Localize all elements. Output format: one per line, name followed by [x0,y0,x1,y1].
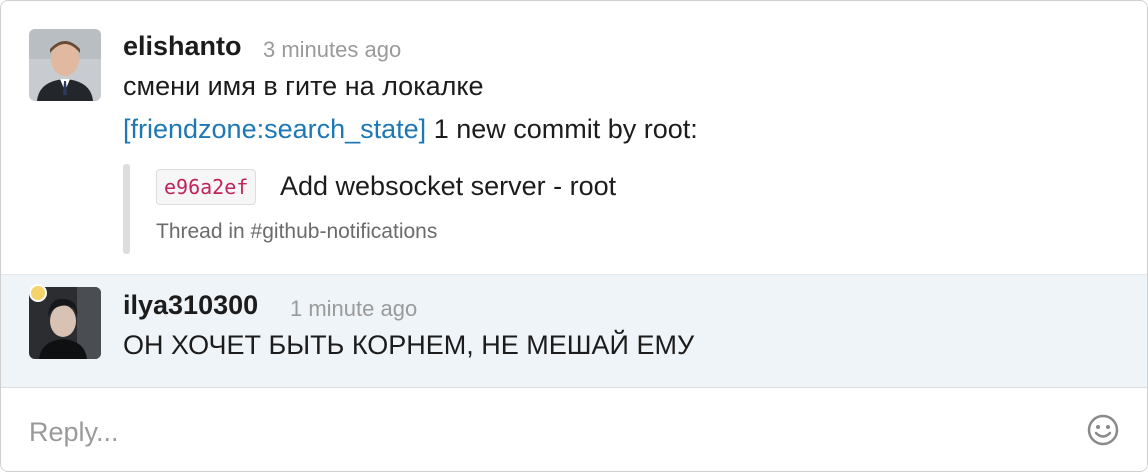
username[interactable]: ilya310300 [123,290,258,321]
status-dot-icon [29,284,47,302]
avatar[interactable] [29,29,101,101]
timestamp[interactable]: 3 minutes ago [263,37,401,63]
bot-message-line: [friendzone:search_state] 1 new commit b… [123,114,698,145]
timestamp[interactable]: 1 minute ago [290,296,417,322]
repo-branch-link[interactable]: [friendzone:search_state] [123,114,426,144]
message-text: ОН ХОЧЕТ БЫТЬ КОРНЕМ, НЕ МЕШАЙ ЕМУ [123,330,695,360]
thread-info[interactable]: Thread in #github-notifications [156,220,437,244]
message-text: смени имя в гите на локалке [123,71,484,101]
commit-hash[interactable]: e96a2ef [156,169,257,205]
attachment-bar [123,164,130,254]
commit-message: Add websocket server - root [280,171,617,201]
smiley-face-icon[interactable] [1085,412,1121,448]
commit-summary-text: 1 new commit by root: [426,114,698,144]
username[interactable]: elishanto [123,31,242,62]
message-thread: elishanto 3 minutes ago смени имя в гите… [0,0,1148,472]
reply-input[interactable] [29,412,1069,452]
message-item: elishanto 3 minutes ago смени имя в гите… [1,1,1147,274]
reply-box [1,387,1147,471]
message-item: ilya310300 1 minute ago ОН ХОЧЕТ БЫТЬ КО… [1,274,1147,387]
